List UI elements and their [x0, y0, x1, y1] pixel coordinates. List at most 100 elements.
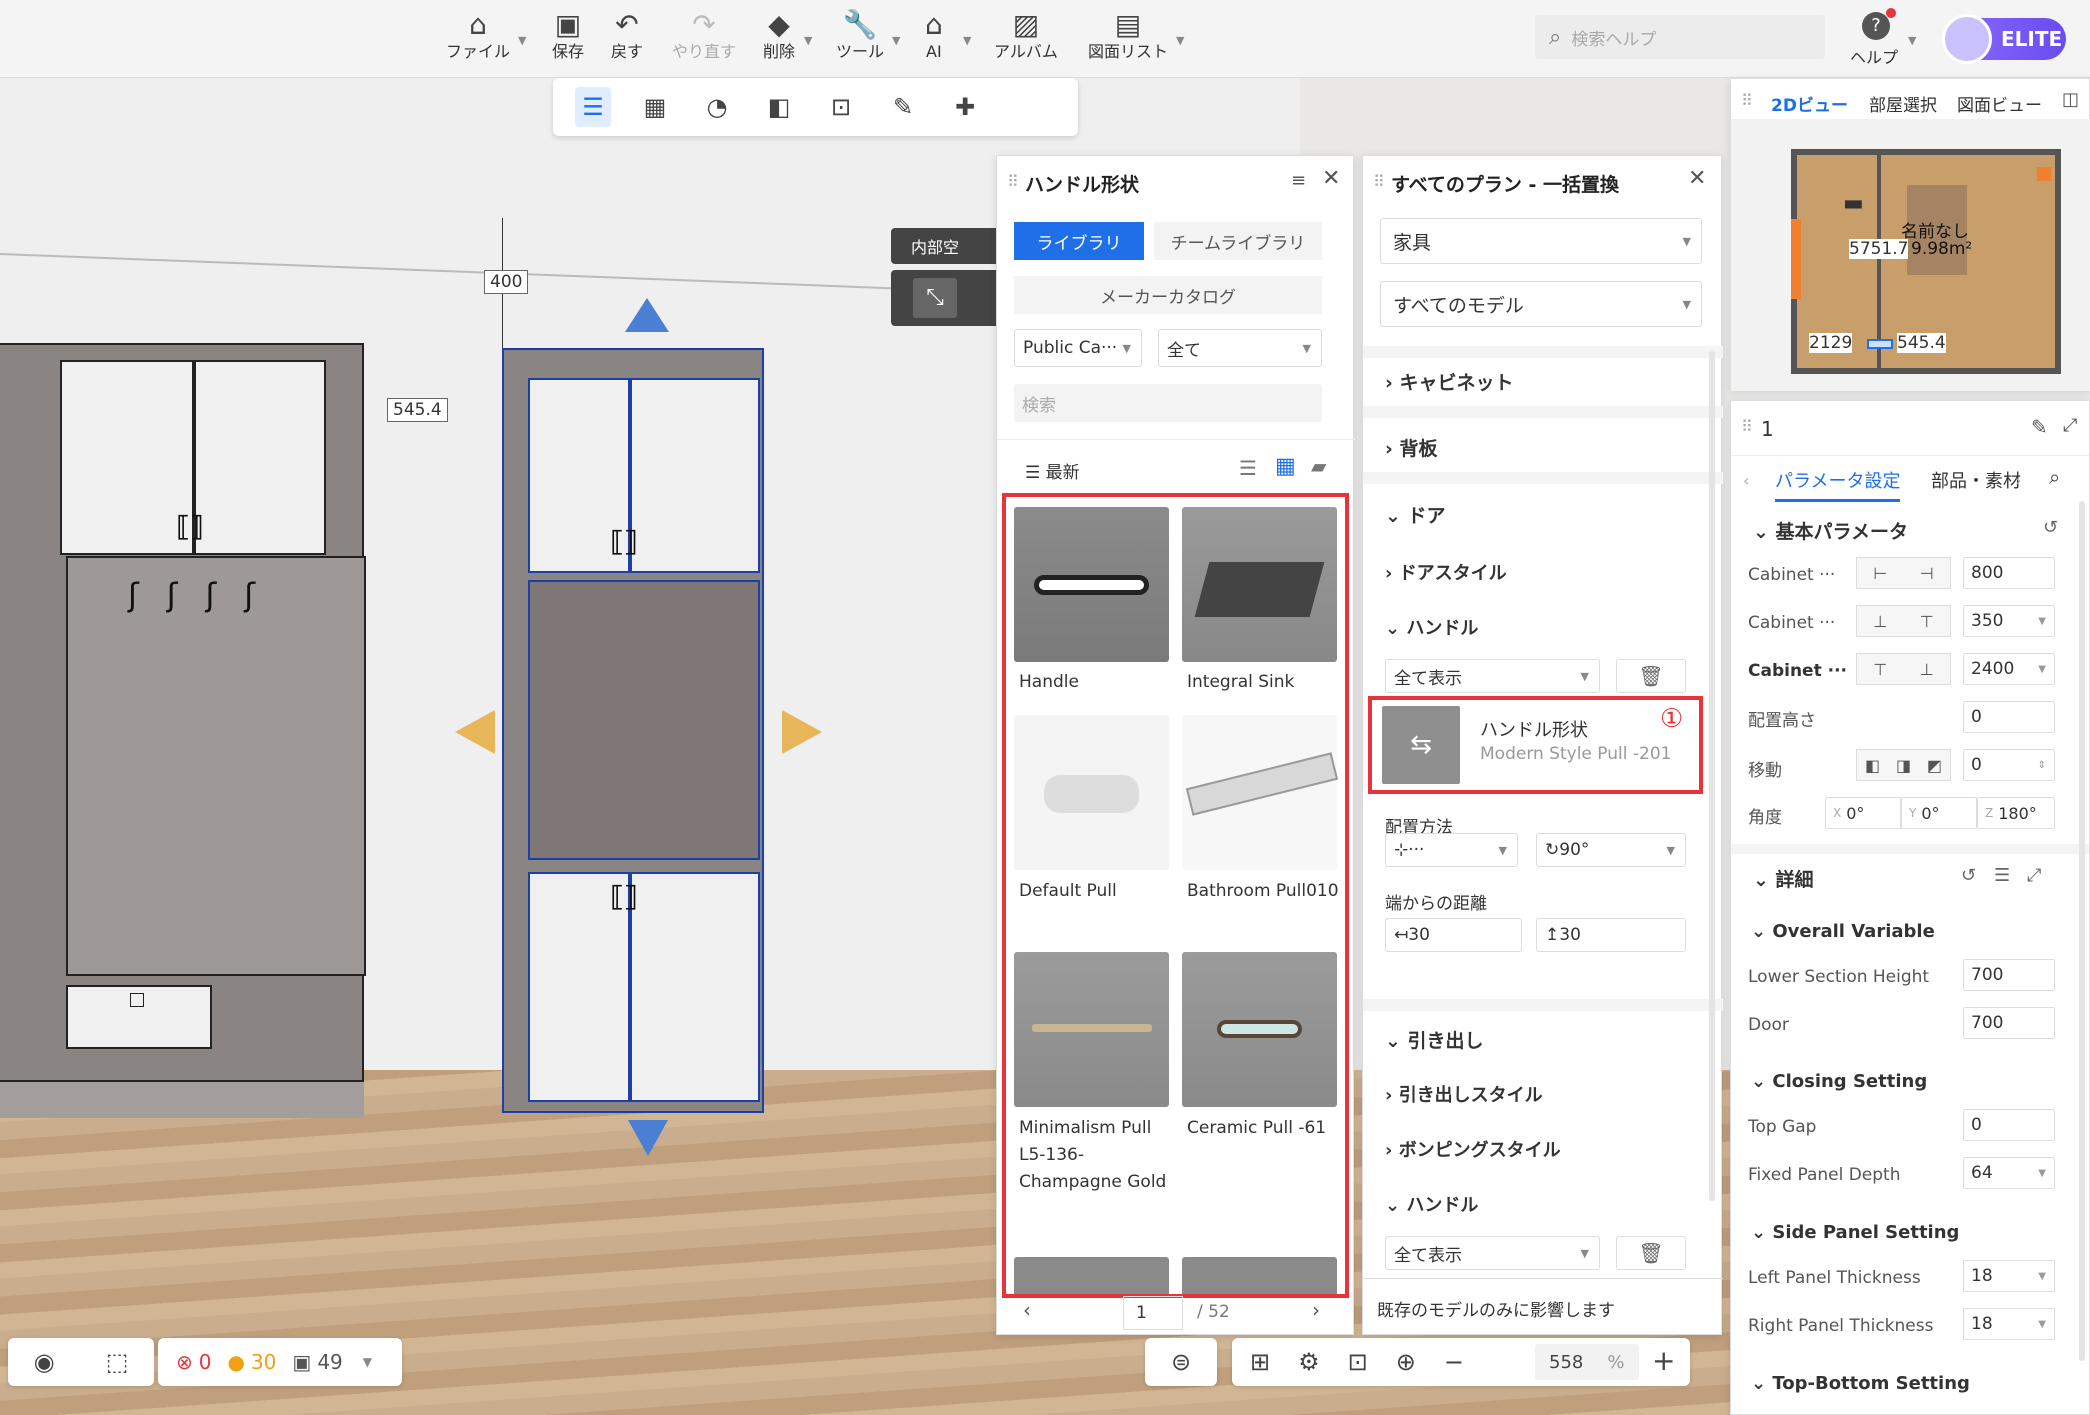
mount-height-input[interactable]: 0 [1963, 701, 2055, 733]
reset-icon[interactable]: ↺ [2043, 517, 2058, 538]
tab-parameters[interactable]: パラメータ設定 [1775, 467, 1901, 502]
chevron-right-icon[interactable]: › [2015, 471, 2021, 490]
cabinet-door[interactable] [194, 360, 326, 555]
help-icon[interactable]: ? [1862, 12, 1890, 40]
search-help-input[interactable]: ⌕ 検索ヘルプ [1535, 15, 1825, 59]
catalog-filter-select[interactable]: Public Ca··· ▼ [1014, 329, 1142, 367]
close-icon[interactable]: ✕ [1688, 166, 1706, 191]
search-icon[interactable]: ⌕ [2049, 465, 2060, 489]
sub-bumping-style[interactable]: › ボンピングスタイル [1385, 1136, 1561, 1162]
zoom-in-icon[interactable]: + [1652, 1344, 1675, 1377]
item-thumbnail-default-pull[interactable] [1014, 715, 1169, 870]
drag-handle-icon[interactable]: ⠿ [1373, 172, 1385, 191]
cabinet-door[interactable] [60, 360, 194, 555]
cabinet-height-input[interactable]: 2400 ▼ [1963, 653, 2055, 685]
tab-parts[interactable]: 部品・素材 [1931, 467, 2041, 493]
move-input[interactable]: 0 ⇕ [1963, 749, 2055, 781]
search-input[interactable]: 検索 [1014, 384, 1322, 422]
placement-select[interactable]: ⊹ ··· ▼ [1385, 833, 1518, 867]
align-buttons[interactable]: ⊥ ⊤ [1856, 605, 1951, 637]
align-buttons[interactable]: ⊤ ⊥ [1856, 653, 1951, 685]
list-icon[interactable]: ☰ [1994, 865, 2010, 886]
view-settings-icon[interactable]: ⚙ [1298, 1348, 1320, 1376]
tab-room-select[interactable]: 部屋選択 [1869, 91, 1937, 116]
item-thumbnail[interactable] [1014, 1257, 1169, 1294]
select-tool-icon[interactable]: ☰ [575, 87, 611, 127]
focus-icon[interactable]: ⊡ [1348, 1348, 1368, 1376]
move-up-arrow[interactable] [625, 298, 669, 332]
dimension-label[interactable]: 400 [484, 270, 529, 294]
zoom-out-icon[interactable]: − [1444, 1348, 1464, 1376]
right-panel-input[interactable]: 18 ▼ [1963, 1308, 2055, 1340]
interior-label[interactable]: 内部空 [891, 228, 1001, 264]
ai-menu[interactable]: ⌂ AI [925, 8, 943, 72]
reset-icon[interactable]: ↺ [1961, 865, 1976, 886]
undo-button[interactable]: ↶ 戻す [611, 8, 643, 72]
next-page-icon[interactable]: › [1312, 1298, 1320, 1322]
cabinet-door[interactable] [630, 872, 760, 1102]
item-thumbnail-integral-sink[interactable] [1182, 507, 1337, 662]
grid-view-icon[interactable]: ▦ [1275, 454, 1296, 479]
edit-icon[interactable]: ✎ [2031, 415, 2048, 439]
sub-drawer-style[interactable]: › 引き出しスタイル [1385, 1081, 1543, 1107]
left-panel-input[interactable]: 18 ▼ [1963, 1260, 2055, 1292]
item-thumbnail-bathroom-pull[interactable] [1182, 715, 1339, 870]
edge-y-input[interactable]: ↥ 30 [1536, 918, 1686, 952]
top-gap-input[interactable]: 0 [1963, 1109, 2055, 1141]
tab-library[interactable]: ライブラリ [1014, 222, 1144, 260]
expand-icon[interactable]: ⤢ [2063, 415, 2077, 436]
fixed-panel-input[interactable]: 64 ▼ [1963, 1157, 2055, 1189]
avatar[interactable] [1942, 14, 1992, 64]
zoom-region-icon[interactable]: ⊕ [1396, 1348, 1416, 1376]
menu-icon[interactable]: ≡ [1291, 170, 1306, 191]
sort-button[interactable]: ☰ 最新 [1025, 458, 1080, 483]
zoom-input[interactable]: 558% [1535, 1344, 1639, 1380]
section-cabinet[interactable]: › キャビネット [1385, 368, 1513, 395]
folder-icon[interactable]: ▰ [1311, 454, 1326, 478]
item-thumbnail[interactable] [1182, 1257, 1337, 1294]
file-menu[interactable]: ⌂ ファイル [446, 8, 510, 72]
status-counts[interactable]: ⊗ 0 ● 30 ▣ 49 ▼ [158, 1338, 402, 1386]
plugin-icon[interactable]: ✚ [947, 87, 983, 127]
palette-icon[interactable]: ◔ [699, 87, 735, 127]
model-select[interactable]: すべてのモデル ▼ [1380, 281, 1702, 327]
section-overall[interactable]: ⌄ Overall Variable [1751, 921, 1935, 942]
scrollbar[interactable] [1709, 351, 1715, 1201]
cabinet-depth-input[interactable]: 350 ▼ [1963, 605, 2055, 637]
eye-icon[interactable]: ◉ [34, 1348, 55, 1376]
album-button[interactable]: ▨ アルバム [994, 8, 1058, 72]
maker-catalog-button[interactable]: メーカーカタログ [1014, 276, 1322, 314]
cabinet-width-input[interactable]: 800 [1963, 557, 2055, 589]
section-door[interactable]: ⌄ ドア [1385, 501, 1446, 528]
section-back-panel[interactable]: › 背板 [1385, 434, 1437, 461]
section-basic-params[interactable]: ⌄ 基本パラメータ [1753, 517, 1908, 544]
section-closing[interactable]: ⌄ Closing Setting [1751, 1071, 1927, 1092]
brush-icon[interactable]: ✎ [885, 87, 921, 127]
page-input[interactable]: 1 [1123, 1296, 1183, 1330]
item-thumbnail-handle[interactable] [1014, 507, 1169, 662]
tab-2d-view[interactable]: 2Dビュー [1771, 91, 1848, 116]
tab-team-library[interactable]: チームライブラリ [1154, 222, 1322, 260]
item-thumbnail-ceramic-pull[interactable] [1182, 952, 1337, 1107]
redo-button[interactable]: ↷ やり直す [672, 8, 736, 72]
collapse-icon[interactable]: ◫ [2062, 89, 2079, 110]
move-buttons[interactable]: ◧ ◨ ◩ [1856, 749, 1951, 781]
chevron-left-icon[interactable]: ‹ [1743, 471, 1749, 490]
sub-handle-2[interactable]: ⌄ ハンドル [1385, 1191, 1478, 1217]
prev-page-icon[interactable]: ‹ [1023, 1298, 1031, 1322]
category-select[interactable]: 家具 ▼ [1380, 218, 1702, 264]
tab-plan-view[interactable]: 図面ビュー [1957, 91, 2042, 116]
rotation-select[interactable]: ↻ 90° ▼ [1536, 833, 1686, 867]
show-all-select-2[interactable]: 全て表示 ▼ [1385, 1236, 1600, 1270]
move-down-arrow[interactable] [628, 1120, 668, 1156]
trash-icon[interactable]: 🗑 [1616, 1236, 1686, 1270]
toggle-button[interactable]: ⊜ [1145, 1338, 1217, 1386]
drag-handle-icon[interactable]: ⠿ [1007, 172, 1019, 191]
sub-door-style[interactable]: › ドアスタイル [1385, 559, 1507, 585]
drawing-list-button[interactable]: ▤ 図面リスト [1088, 8, 1168, 72]
paint-roller-icon[interactable]: ▦ [637, 87, 673, 127]
scrollbar[interactable] [2079, 501, 2085, 1361]
drag-handle-icon[interactable]: ⠿ [1741, 91, 1753, 110]
list-view-icon[interactable]: ☰ [1239, 456, 1257, 480]
handle-shape-card[interactable]: ⇆ ハンドル形状 Modern Style Pull -201 ① [1368, 696, 1703, 794]
